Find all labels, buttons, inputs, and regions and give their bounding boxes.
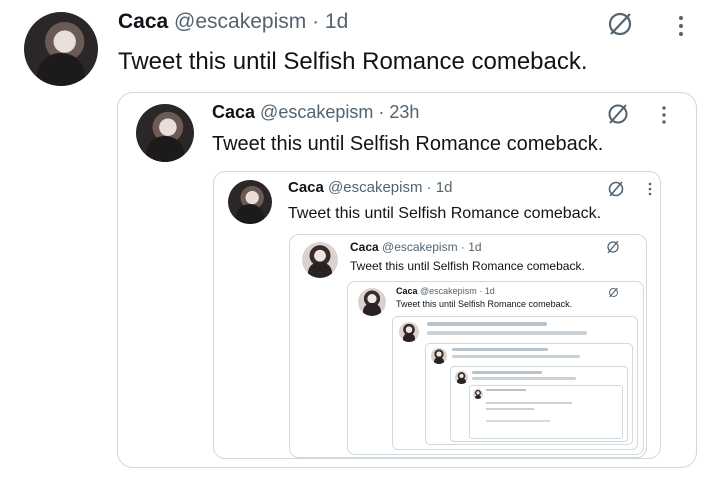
more-vertical-icon[interactable] [658,104,670,126]
tweet-text: Tweet this until Selfish Romance comebac… [350,259,585,273]
tweet-text [486,402,572,404]
tweet-header [452,348,548,351]
username[interactable]: @escakepism [420,286,477,296]
avatar[interactable] [431,348,447,364]
display-name[interactable]: Caca [396,286,418,296]
grok-icon[interactable] [607,180,625,198]
grok-icon[interactable] [606,240,620,254]
avatar[interactable] [473,389,483,399]
display-name[interactable]: Caca [288,179,324,196]
tweet-header: Caca @escakepism · 23h [212,102,419,123]
tweet-text [486,408,534,410]
username[interactable]: @escakepism [328,179,422,196]
quoted-tweet[interactable]: Caca @escakepism · 1d Tweet this until S… [213,171,661,459]
quoted-tweet[interactable]: Caca @escakepism · 23h Tweet this until … [117,92,697,468]
tweet-header: Caca @escakepism · 1d [288,179,453,196]
timestamp[interactable]: · 1d [427,179,453,196]
display-name[interactable]: Caca [118,10,168,33]
tweet-header [472,371,542,374]
main-tweet[interactable]: Caca @escakepism · 1d Tweet this until S… [0,0,720,482]
avatar[interactable] [399,322,419,342]
tweet-text [472,377,576,380]
username[interactable]: @escakepism [174,10,306,33]
timestamp[interactable]: · 23h [378,102,419,122]
avatar[interactable] [136,104,194,162]
grok-icon[interactable] [606,10,634,38]
tweet-header: Caca @escakepism · 1d [396,286,495,296]
quoted-tweet[interactable]: Caca @escakepism · 1d Tweet this until S… [347,281,644,455]
nested-quoted-tweet[interactable] [425,343,633,445]
username[interactable]: @escakepism [260,102,373,122]
tweet-text: Tweet this until Selfish Romance comebac… [288,205,602,222]
tweet-header: Caca @escakepism · 1d [350,240,482,254]
tweet-text: Tweet this until Selfish Romance comebac… [396,299,573,309]
tweet-header [427,322,547,326]
avatar[interactable] [358,288,386,316]
more-vertical-icon[interactable] [674,12,688,40]
tweet-text [452,355,580,358]
grok-icon[interactable] [608,285,619,298]
display-name[interactable]: Caca [350,240,379,254]
username[interactable]: @escakepism [382,240,458,254]
tweet-meta [486,420,550,422]
avatar[interactable] [455,371,468,384]
avatar[interactable] [24,12,98,86]
tweet-text: Tweet this until Selfish Romance comebac… [118,48,588,75]
grok-icon[interactable] [606,102,630,126]
nested-quoted-tweet[interactable] [392,316,638,450]
tweet-header [486,389,526,391]
tweet-header: Caca @escakepism · 1d [118,10,348,34]
tweet-text: Tweet this until Selfish Romance comebac… [212,133,604,155]
quoted-tweet[interactable]: Caca @escakepism · 1d Tweet this until S… [289,234,647,458]
nested-quoted-tweet[interactable] [469,385,623,439]
tweet-text [427,331,587,335]
avatar[interactable] [302,242,338,278]
more-vertical-icon[interactable] [646,181,654,197]
timestamp[interactable]: · 1d [461,240,482,254]
avatar[interactable] [228,180,272,224]
display-name[interactable]: Caca [212,102,255,122]
timestamp[interactable]: · 1d [312,10,348,33]
timestamp[interactable]: · 1d [479,286,495,296]
nested-quoted-tweet[interactable] [450,366,628,442]
